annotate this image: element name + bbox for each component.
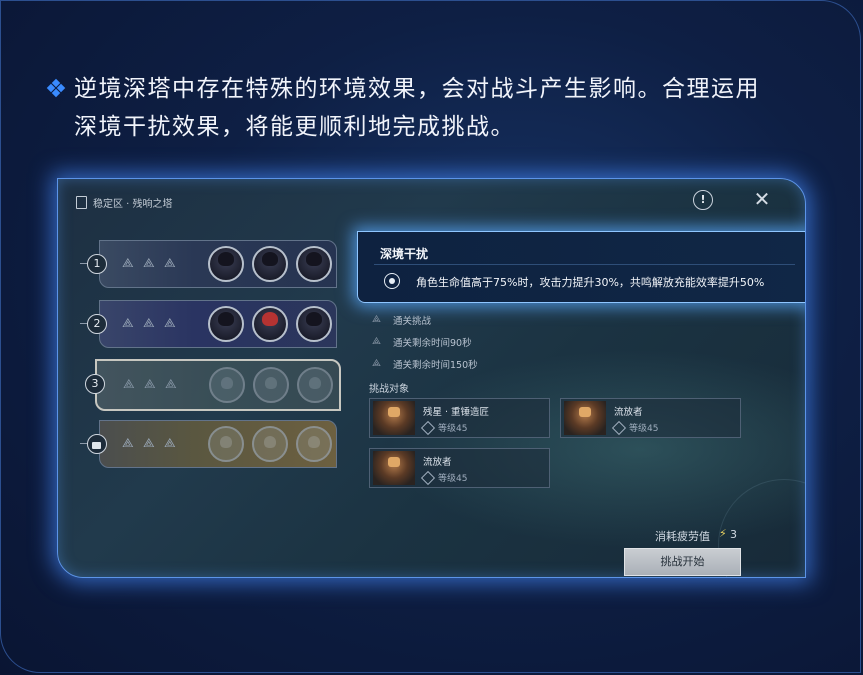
game-screenshot-panel: 稳定区 · 残响之塔 ! ✕ ⟁ ⟁ ⟁ 1 ⟁ ⟁ ⟁ 2 ⟁ ⟁ ⟁ 3 ⟁… — [57, 178, 806, 578]
team-portraits — [208, 426, 332, 462]
interference-tooltip: 深境干扰 角色生命值高于75%时，攻击力提升30%，共鸣解放充能效率提升50% — [357, 231, 805, 303]
lock-icon — [92, 442, 101, 449]
empty-slot-icon — [297, 367, 333, 403]
target-icon — [384, 273, 400, 289]
level-icon — [611, 420, 627, 435]
triangle-star-icon: ⟁ — [143, 256, 155, 271]
enemy-level-text: 等级45 — [629, 424, 659, 434]
targets-label: 挑战对象 — [369, 384, 409, 395]
enemy-level: 等级45 — [420, 420, 468, 435]
enemy-level: 等级45 — [611, 420, 659, 435]
fatigue-label: 消耗疲劳值 — [655, 530, 710, 543]
diamond-bullet-icon — [46, 78, 66, 98]
enemy-avatar — [373, 401, 415, 435]
character-portrait — [296, 306, 332, 342]
caption-text: 逆境深塔中存在特殊的环境效果，会对战斗产生影响。合理运用 深境干扰效果，将能更顺… — [74, 70, 834, 146]
document-icon — [76, 196, 87, 209]
start-challenge-button[interactable]: 挑战开始 — [624, 548, 741, 576]
close-icon[interactable]: ✕ — [751, 188, 773, 210]
triangle-star-icon: ⟁ — [372, 358, 381, 369]
enemy-card[interactable]: 残星 · 重锤造匠 等级45 — [369, 398, 550, 438]
enemy-level-text: 等级45 — [438, 474, 468, 484]
character-portrait — [208, 246, 244, 282]
floor-number-3: 3 — [85, 374, 105, 394]
condition-text: 通关剩余时间90秒 — [393, 338, 472, 349]
enemy-name: 流放者 — [423, 457, 452, 468]
team-portraits — [208, 306, 332, 342]
team-portraits — [208, 246, 332, 282]
empty-slot-icon — [296, 426, 332, 462]
breadcrumb-text: 稳定区 · 残响之塔 — [93, 199, 173, 210]
tooltip-title: 深境干扰 — [380, 247, 429, 261]
caption-line-1: 逆境深塔中存在特殊的环境效果，会对战斗产生影响。合理运用 — [74, 76, 760, 102]
triangle-star-icon: ⟁ — [123, 377, 135, 392]
level-icon — [420, 470, 436, 485]
condition-item: ⟁ 通关挑战 — [372, 313, 432, 328]
caption-line-2: 深境干扰效果，将能更顺利地完成挑战。 — [74, 114, 515, 140]
triangle-star-icon: ⟁ — [144, 377, 156, 392]
condition-text: 通关挑战 — [393, 316, 432, 327]
triangle-star-icon: ⟁ — [143, 316, 155, 331]
star-rating: ⟁ ⟁ ⟁ — [122, 257, 179, 270]
breadcrumb: 稳定区 · 残响之塔 — [76, 195, 173, 210]
floor-row-2[interactable]: ⟁ ⟁ ⟁ — [99, 300, 337, 348]
star-rating: ⟁ ⟁ ⟁ — [123, 378, 180, 391]
tooltip-effect-text: 角色生命值高于75%时，攻击力提升30%，共鸣解放充能效率提升50% — [416, 276, 765, 289]
empty-slot-icon — [253, 367, 289, 403]
enemy-name: 流放者 — [614, 407, 643, 418]
character-portrait — [296, 246, 332, 282]
empty-slot-icon — [208, 426, 244, 462]
enemy-name: 残星 · 重锤造匠 — [423, 407, 490, 418]
triangle-star-icon: ⟁ — [122, 256, 134, 271]
bolt-icon: ⚡ — [719, 527, 727, 540]
enemy-card[interactable]: 流放者 等级45 — [369, 448, 550, 488]
triangle-star-icon: ⟁ — [164, 316, 176, 331]
triangle-star-icon: ⟁ — [122, 316, 134, 331]
character-portrait — [208, 306, 244, 342]
floor-row-1[interactable]: ⟁ ⟁ ⟁ — [99, 240, 337, 288]
triangle-star-icon: ⟁ — [122, 436, 134, 451]
enemy-card[interactable]: 流放者 等级45 — [560, 398, 741, 438]
enemy-avatar — [564, 401, 606, 435]
level-icon — [420, 420, 436, 435]
floor-row-4-locked[interactable]: ⟁ ⟁ ⟁ — [99, 420, 337, 468]
triangle-star-icon: ⟁ — [164, 256, 176, 271]
star-rating: ⟁ ⟁ ⟁ — [122, 317, 179, 330]
empty-slot-icon — [252, 426, 288, 462]
condition-item: ⟁ 通关剩余时间90秒 — [372, 335, 472, 350]
triangle-star-icon: ⟁ — [165, 377, 177, 392]
tooltip-divider — [374, 264, 795, 265]
team-portraits — [209, 367, 333, 403]
floor-number-4-locked — [87, 434, 107, 454]
character-portrait — [252, 306, 288, 342]
fatigue-value: 3 — [730, 528, 737, 541]
enemy-level-text: 等级45 — [438, 424, 468, 434]
triangle-star-icon: ⟁ — [164, 436, 176, 451]
triangle-star-icon: ⟁ — [143, 436, 155, 451]
condition-text: 通关剩余时间150秒 — [393, 360, 478, 371]
character-portrait — [252, 246, 288, 282]
triangle-star-icon: ⟁ — [372, 336, 381, 347]
enemy-level: 等级45 — [420, 470, 468, 485]
floor-number-2: 2 — [87, 314, 107, 334]
enemy-avatar — [373, 451, 415, 485]
alert-icon[interactable]: ! — [693, 190, 713, 210]
empty-slot-icon — [209, 367, 245, 403]
condition-item: ⟁ 通关剩余时间150秒 — [372, 357, 478, 372]
floor-row-3-selected[interactable]: ⟁ ⟁ ⟁ — [95, 359, 341, 411]
star-rating: ⟁ ⟁ ⟁ — [122, 437, 179, 450]
triangle-star-icon: ⟁ — [372, 314, 381, 325]
floor-number-1: 1 — [87, 254, 107, 274]
